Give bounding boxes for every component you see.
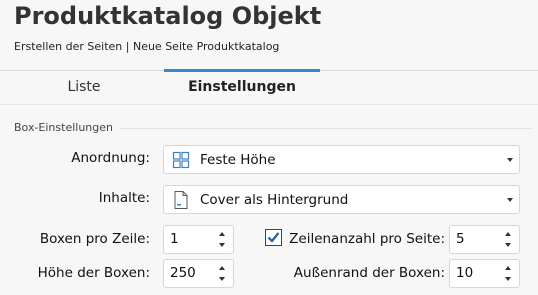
page-icon xyxy=(171,190,191,210)
decrement-button[interactable] xyxy=(216,274,228,286)
boxen-pro-zeile-stepper[interactable]: 1 xyxy=(163,225,234,254)
inhalte-select[interactable]: Cover als Hintergrund xyxy=(163,185,520,214)
chevron-down-icon xyxy=(505,243,511,247)
inhalte-value: Cover als Hintergrund xyxy=(200,191,349,208)
increment-button[interactable] xyxy=(216,228,228,240)
increment-button[interactable] xyxy=(502,228,514,240)
section-divider xyxy=(120,128,532,129)
chevron-up-icon xyxy=(505,266,511,270)
tab-bar: Liste Einstellungen xyxy=(0,69,538,105)
hoehe-boxen-stepper[interactable]: 250 xyxy=(163,259,234,288)
grid-layout-icon xyxy=(171,150,191,170)
hoehe-boxen-value: 250 xyxy=(170,265,196,281)
tab-liste[interactable]: Liste xyxy=(5,71,163,102)
anordnung-label: Anordnung: xyxy=(71,150,150,166)
tab-einstellungen-label: Einstellungen xyxy=(188,78,296,95)
decrement-button[interactable] xyxy=(502,240,514,252)
section-label: Box-Einstellungen xyxy=(14,121,113,134)
zeilenanzahl-value: 5 xyxy=(456,231,465,247)
chevron-down-icon xyxy=(507,158,513,162)
hoehe-boxen-label: Höhe der Boxen: xyxy=(37,265,150,281)
zeilenanzahl-stepper[interactable]: 5 xyxy=(449,225,520,254)
breadcrumb: Erstellen der Seiten | Neue Seite Produk… xyxy=(14,40,280,53)
decrement-button[interactable] xyxy=(502,274,514,286)
boxen-pro-zeile-value: 1 xyxy=(170,231,179,247)
chevron-up-icon xyxy=(219,232,225,236)
tab-einstellungen[interactable]: Einstellungen xyxy=(164,71,320,102)
increment-button[interactable] xyxy=(502,262,514,274)
aussenrand-value: 10 xyxy=(456,265,474,281)
decrement-button[interactable] xyxy=(216,240,228,252)
chevron-up-icon xyxy=(219,266,225,270)
aussenrand-label: Außenrand der Boxen: xyxy=(293,265,445,281)
anordnung-value: Feste Höhe xyxy=(200,151,276,168)
page-title: Produktkatalog Objekt xyxy=(14,2,322,30)
checkmark-icon xyxy=(267,232,280,243)
chevron-down-icon xyxy=(507,198,513,202)
aussenrand-stepper[interactable]: 10 xyxy=(449,259,520,288)
anordnung-select[interactable]: Feste Höhe xyxy=(163,145,520,174)
boxen-pro-zeile-label: Boxen pro Zeile: xyxy=(39,231,150,247)
chevron-down-icon xyxy=(219,277,225,281)
zeilenanzahl-checkbox[interactable] xyxy=(265,229,282,246)
tab-liste-label: Liste xyxy=(67,78,101,95)
increment-button[interactable] xyxy=(216,262,228,274)
chevron-up-icon xyxy=(505,232,511,236)
zeilenanzahl-label: Zeilenanzahl pro Seite: xyxy=(289,231,445,247)
inhalte-label: Inhalte: xyxy=(98,190,150,206)
chevron-down-icon xyxy=(505,277,511,281)
chevron-down-icon xyxy=(219,243,225,247)
active-tab-indicator xyxy=(164,69,320,72)
